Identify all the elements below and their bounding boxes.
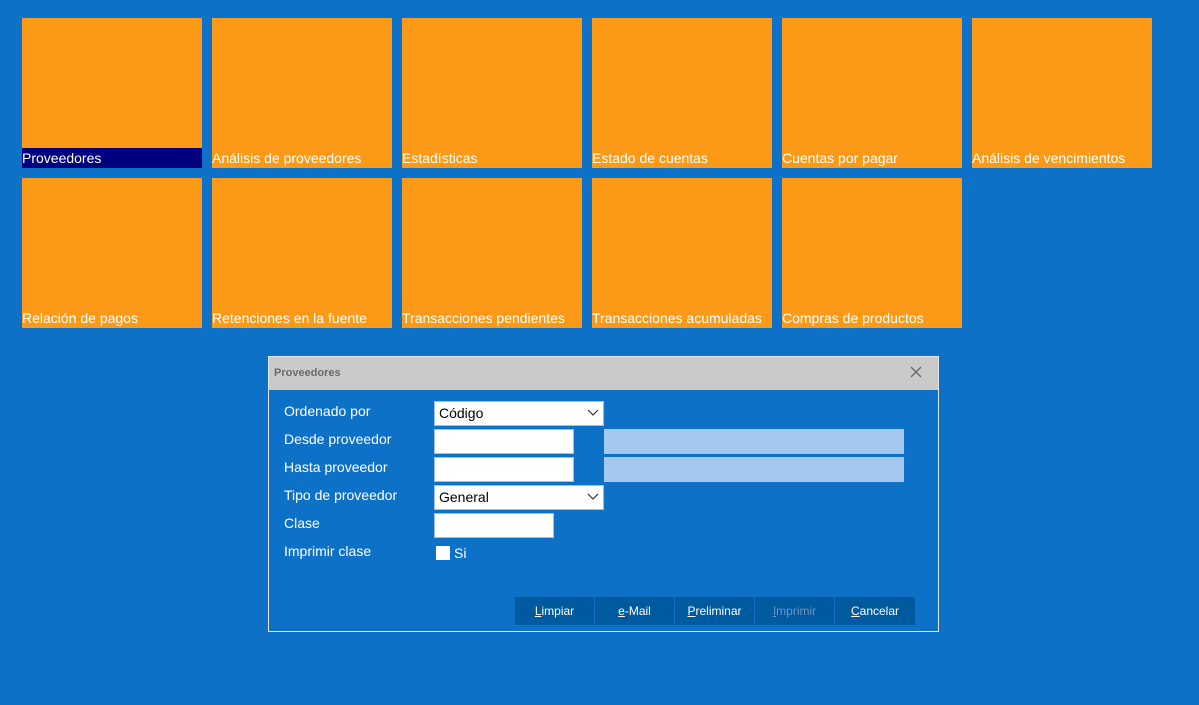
proveedores-dialog: Proveedores Ordenado por Desde proveedor…	[268, 356, 939, 632]
imprimir-clase-checkbox-label: Si	[454, 545, 467, 561]
tile-label: Proveedores	[22, 148, 202, 168]
tile-retenciones-fuente[interactable]: Retenciones en la fuente	[212, 178, 392, 328]
close-icon[interactable]	[908, 365, 924, 381]
hasta-proveedor-label: Hasta proveedor	[284, 459, 388, 475]
tile-label: Compras de productos	[782, 310, 924, 326]
hasta-proveedor-description	[604, 457, 904, 482]
tile-proveedores[interactable]: Proveedores	[22, 18, 202, 168]
tipo-proveedor-value: General	[439, 489, 489, 505]
tile-label: Análisis de vencimientos	[972, 150, 1126, 166]
limpiar-hotkey: L	[534, 604, 542, 618]
chevron-down-icon	[587, 409, 599, 416]
chevron-down-icon	[587, 493, 599, 500]
dialog-title-bar[interactable]: Proveedores	[269, 357, 938, 390]
ordenado-por-label: Ordenado por	[284, 403, 371, 419]
ordenado-por-value: Código	[439, 405, 484, 421]
preliminar-label: reliminar	[695, 604, 742, 618]
tipo-proveedor-select[interactable]: General	[434, 485, 604, 510]
preliminar-button[interactable]: Preliminar	[675, 597, 755, 625]
tile-label: Relación de pagos	[22, 310, 138, 326]
tile-compras-productos[interactable]: Compras de productos	[782, 178, 962, 328]
tile-label: Estado de cuentas	[592, 150, 708, 166]
tile-label: Transacciones acumuladas	[592, 310, 762, 326]
tile-transacciones-acumuladas[interactable]: Transacciones acumuladas	[592, 178, 772, 328]
imprimir-clase-label: Imprimir clase	[284, 543, 372, 559]
tile-label: Cuentas por pagar	[782, 150, 898, 166]
tile-analisis-proveedores[interactable]: Análisis de proveedores	[212, 18, 392, 168]
hasta-proveedor-input[interactable]	[434, 457, 574, 482]
email-label: -Mail	[624, 604, 651, 618]
tile-label: Análisis de proveedores	[212, 150, 362, 166]
desde-proveedor-label: Desde proveedor	[284, 431, 392, 447]
ordenado-por-select[interactable]: Código	[434, 401, 604, 426]
tile-label: Estadísticas	[402, 150, 478, 166]
desde-proveedor-input[interactable]	[434, 429, 574, 454]
imprimir-label: mprimir	[776, 604, 817, 618]
imprimir-button[interactable]: Imprimir	[755, 597, 835, 625]
tile-label: Transacciones pendientes	[402, 310, 565, 326]
tile-transacciones-pendientes[interactable]: Transacciones pendientes	[402, 178, 582, 328]
cancelar-button[interactable]: Cancelar	[835, 597, 915, 625]
desde-proveedor-description	[604, 429, 904, 454]
tile-label: Retenciones en la fuente	[212, 310, 367, 326]
email-button[interactable]: e -Mail	[595, 597, 675, 625]
cancelar-label: ancelar	[859, 604, 900, 618]
tile-analisis-vencimientos[interactable]: Análisis de vencimientos	[972, 18, 1152, 168]
tile-estadisticas[interactable]: Estadísticas	[402, 18, 582, 168]
tile-relacion-pagos[interactable]: Relación de pagos	[22, 178, 202, 328]
email-hotkey: e	[618, 604, 625, 618]
clase-label: Clase	[284, 515, 320, 531]
clase-input[interactable]	[434, 513, 554, 538]
limpiar-button[interactable]: Limpiar	[515, 597, 595, 625]
imprimir-clase-checkbox[interactable]	[436, 546, 450, 560]
limpiar-label: impiar	[541, 604, 575, 618]
tile-cuentas-por-pagar[interactable]: Cuentas por pagar	[782, 18, 962, 168]
preliminar-hotkey: P	[687, 604, 696, 618]
dialog-button-bar: Limpiar e -Mail Preliminar Imprimir Cance…	[515, 597, 915, 625]
tile-estado-cuentas[interactable]: Estado de cuentas	[592, 18, 772, 168]
cancelar-hotkey: C	[850, 604, 860, 618]
dialog-title: Proveedores	[274, 367, 341, 379]
tipo-proveedor-label: Tipo de proveedor	[284, 487, 398, 503]
